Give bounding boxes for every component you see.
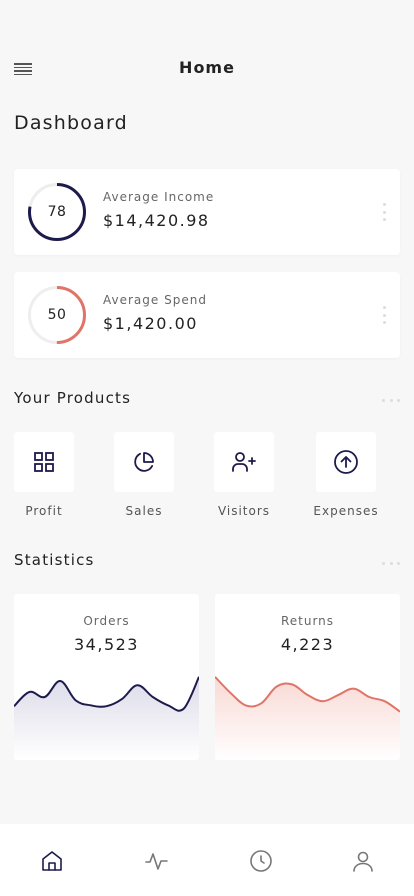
- header-title: Home: [179, 58, 235, 77]
- product-profit[interactable]: Profit: [4, 432, 84, 522]
- average-spend-card[interactable]: 50 Average Spend $1,420.00: [14, 272, 400, 358]
- income-label: Average Income: [103, 190, 215, 204]
- product-expenses[interactable]: Expenses: [306, 432, 386, 522]
- returns-value: 4,223: [280, 635, 335, 654]
- profit-label: Profit: [25, 504, 63, 518]
- nav-history[interactable]: [249, 849, 273, 873]
- expenses-tile[interactable]: [316, 432, 376, 492]
- returns-area: [215, 676, 400, 760]
- products-more-icon[interactable]: [382, 398, 400, 402]
- user-icon: [353, 851, 373, 872]
- spend-more-icon[interactable]: [382, 306, 386, 324]
- orders-value: 34,523: [74, 635, 139, 654]
- add-user-icon: [232, 452, 256, 472]
- page-title: Dashboard: [14, 112, 128, 134]
- orders-chart-card[interactable]: Orders 34,523: [14, 594, 199, 760]
- sales-tile[interactable]: [114, 432, 174, 492]
- statistics-more-icon[interactable]: [382, 561, 400, 565]
- profit-tile[interactable]: [14, 432, 74, 492]
- statistics-section-title: Statistics: [14, 551, 95, 569]
- visitors-label: Visitors: [217, 504, 271, 518]
- returns-chart-card[interactable]: Returns 4,223: [215, 594, 400, 760]
- average-income-card[interactable]: 78 Average Income $14,420.98: [14, 169, 400, 255]
- spend-value: $1,420.00: [103, 314, 198, 333]
- sales-label: Sales: [125, 504, 163, 518]
- income-more-icon[interactable]: [382, 203, 386, 221]
- product-visitors[interactable]: Visitors: [204, 432, 284, 522]
- pie-chart-icon: [134, 452, 154, 472]
- bottom-navigation: [0, 824, 414, 896]
- nav-home[interactable]: [40, 849, 64, 873]
- product-sales[interactable]: Sales: [104, 432, 184, 522]
- clock-icon: [250, 850, 272, 872]
- spend-ring-value: 50: [47, 307, 67, 323]
- visitors-tile[interactable]: [214, 432, 274, 492]
- orders-label: Orders: [83, 614, 130, 628]
- grid-icon: [34, 452, 54, 472]
- income-ring-value: 78: [47, 204, 67, 220]
- returns-label: Returns: [280, 614, 335, 628]
- spend-label: Average Spend: [103, 293, 207, 307]
- activity-icon: [145, 853, 168, 870]
- header-bar: Home: [0, 50, 414, 86]
- income-value: $14,420.98: [103, 211, 210, 230]
- nav-activity[interactable]: [145, 849, 169, 873]
- nav-profile[interactable]: [351, 849, 375, 873]
- expenses-label: Expenses: [313, 504, 379, 518]
- orders-area: [14, 676, 199, 760]
- home-icon: [42, 851, 62, 871]
- products-section-title: Your Products: [14, 389, 132, 407]
- arrow-up-circle-icon: [334, 450, 358, 474]
